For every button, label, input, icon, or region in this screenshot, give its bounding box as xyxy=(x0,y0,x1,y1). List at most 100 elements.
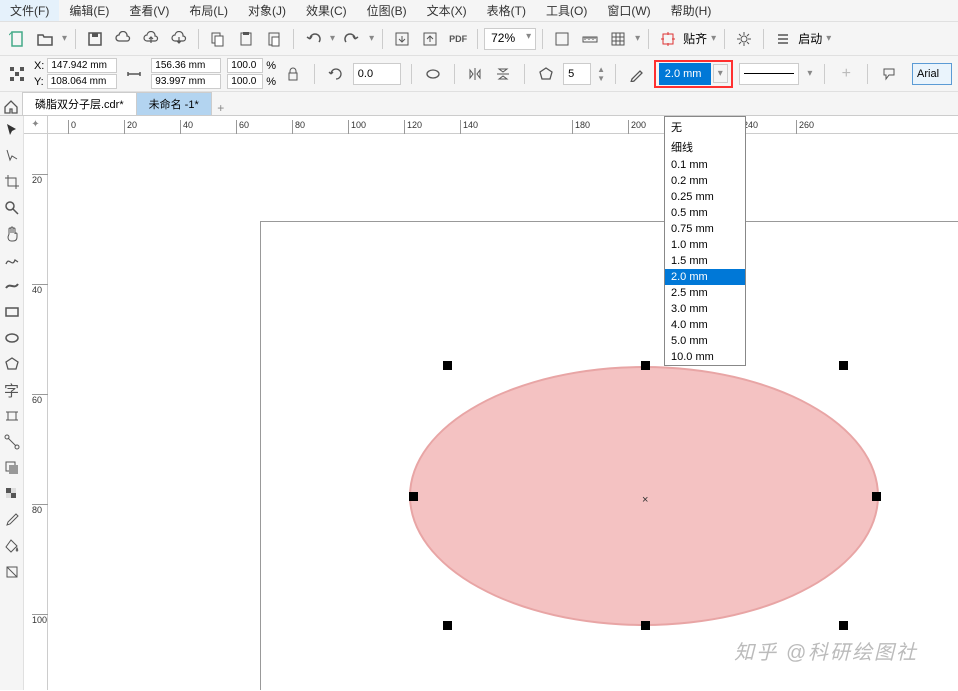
export-icon[interactable] xyxy=(417,26,443,52)
scaley-input[interactable] xyxy=(227,74,263,89)
polygon-tool-icon[interactable] xyxy=(2,354,22,374)
selection-handle[interactable] xyxy=(641,621,650,630)
redo-dropdown-icon[interactable]: ▾ xyxy=(367,33,376,44)
selection-handle[interactable] xyxy=(641,361,650,370)
y-input[interactable] xyxy=(47,74,117,89)
outline-option[interactable]: 5.0 mm xyxy=(665,333,745,349)
transparency-tool-icon[interactable] xyxy=(2,484,22,504)
menu-view[interactable]: 查看(V) xyxy=(119,0,179,21)
home-icon[interactable] xyxy=(0,99,22,115)
font-input[interactable] xyxy=(912,63,952,85)
canvas[interactable]: ✦ 0 20 40 60 80 100 120 140 180 200 220 … xyxy=(24,116,958,690)
line-style-select[interactable] xyxy=(739,63,800,85)
open-icon[interactable] xyxy=(32,26,58,52)
outline-option[interactable]: 细线 xyxy=(665,137,745,157)
doc-tab-1[interactable]: 磷脂双分子层.cdr* xyxy=(22,92,137,115)
pick-tool-icon[interactable] xyxy=(2,120,22,140)
ellipse-mode-icon[interactable] xyxy=(422,61,444,87)
artistic-tool-icon[interactable] xyxy=(2,276,22,296)
launch-label[interactable]: 启动 xyxy=(798,30,822,47)
outline-option[interactable]: 4.0 mm xyxy=(665,317,745,333)
save-icon[interactable] xyxy=(82,26,108,52)
outline-dropdown-icon[interactable]: ▾ xyxy=(713,64,728,83)
height-input[interactable] xyxy=(151,74,221,89)
selection-handle[interactable] xyxy=(872,492,881,501)
selection-handle[interactable] xyxy=(443,361,452,370)
outline-option[interactable]: 0.1 mm xyxy=(665,157,745,173)
ruler-corner-icon[interactable]: ✦ xyxy=(24,116,48,134)
outline-pen-icon[interactable] xyxy=(626,61,648,87)
crop-tool-icon[interactable] xyxy=(2,172,22,192)
menu-table[interactable]: 表格(T) xyxy=(477,0,536,21)
ruler-icon[interactable] xyxy=(577,26,603,52)
outline-option[interactable]: 2.5 mm xyxy=(665,285,745,301)
cloud-up-icon[interactable] xyxy=(138,26,164,52)
menu-tools[interactable]: 工具(O) xyxy=(536,0,597,21)
copy-icon[interactable] xyxy=(205,26,231,52)
pan-tool-icon[interactable] xyxy=(2,224,22,244)
undo-icon[interactable] xyxy=(300,26,326,52)
polygon-icon[interactable] xyxy=(535,61,557,87)
width-input[interactable] xyxy=(151,58,221,73)
outline-option[interactable]: 3.0 mm xyxy=(665,301,745,317)
outline-option[interactable]: 1.5 mm xyxy=(665,253,745,269)
shape-tool-icon[interactable] xyxy=(2,146,22,166)
convert-icon[interactable] xyxy=(878,61,900,87)
menu-layout[interactable]: 布局(L) xyxy=(179,0,238,21)
open-dropdown-icon[interactable]: ▾ xyxy=(60,33,69,44)
snap-dropdown-icon[interactable]: ▾ xyxy=(709,33,718,44)
new-icon[interactable] xyxy=(4,26,30,52)
grid-dropdown-icon[interactable]: ▾ xyxy=(633,33,642,44)
outline-option[interactable]: 2.0 mm xyxy=(665,269,745,285)
menu-file[interactable]: 文件(F) xyxy=(0,0,59,21)
menu-edit[interactable]: 编辑(E) xyxy=(59,0,119,21)
ellipse-tool-icon[interactable] xyxy=(2,328,22,348)
menu-text[interactable]: 文本(X) xyxy=(417,0,477,21)
zoom-tool-icon[interactable] xyxy=(2,198,22,218)
mirror-v-icon[interactable] xyxy=(492,61,514,87)
snap-icon[interactable] xyxy=(655,26,681,52)
undo-dropdown-icon[interactable]: ▾ xyxy=(328,33,337,44)
launch-list-icon[interactable] xyxy=(770,26,796,52)
grid-icon[interactable] xyxy=(605,26,631,52)
import-icon[interactable] xyxy=(389,26,415,52)
fullscreen-icon[interactable] xyxy=(549,26,575,52)
x-input[interactable] xyxy=(47,58,117,73)
selection-handle[interactable] xyxy=(443,621,452,630)
dropshadow-tool-icon[interactable] xyxy=(2,458,22,478)
launch-dropdown-icon[interactable]: ▾ xyxy=(824,33,833,44)
menu-help[interactable]: 帮助(H) xyxy=(661,0,722,21)
doc-tab-2[interactable]: 未命名 -1* xyxy=(136,92,212,115)
selection-handle[interactable] xyxy=(839,621,848,630)
cloud-down-icon[interactable] xyxy=(166,26,192,52)
options-icon[interactable] xyxy=(731,26,757,52)
angle-input[interactable] xyxy=(353,63,401,85)
selection-handle[interactable] xyxy=(839,361,848,370)
pdf-icon[interactable]: PDF xyxy=(445,26,471,52)
line-style-dropdown-icon[interactable]: ▾ xyxy=(805,68,814,79)
snap-label[interactable]: 贴齐 xyxy=(683,30,707,47)
redo-icon[interactable] xyxy=(339,26,365,52)
menu-bitmap[interactable]: 位图(B) xyxy=(357,0,417,21)
outline-option[interactable]: 无 xyxy=(665,117,745,137)
outline-option[interactable]: 0.2 mm xyxy=(665,173,745,189)
add-tab-icon[interactable]: + xyxy=(211,101,231,115)
plus-icon[interactable]: + xyxy=(835,61,857,87)
lock-ratio-icon[interactable] xyxy=(282,61,304,87)
selection-handle[interactable] xyxy=(409,492,418,501)
sides-down-icon[interactable]: ▼ xyxy=(597,74,605,83)
outline-option[interactable]: 0.5 mm xyxy=(665,205,745,221)
outline-option[interactable]: 10.0 mm xyxy=(665,349,745,365)
outline-option[interactable]: 0.75 mm xyxy=(665,221,745,237)
sides-input[interactable] xyxy=(563,63,591,85)
horizontal-ruler[interactable]: 0 20 40 60 80 100 120 140 180 200 220 24… xyxy=(48,116,958,134)
parallel-dim-tool-icon[interactable] xyxy=(2,406,22,426)
cloud-save-icon[interactable] xyxy=(110,26,136,52)
text-tool-icon[interactable]: 字 xyxy=(2,380,22,400)
outline-option[interactable]: 0.25 mm xyxy=(665,189,745,205)
menu-effects[interactable]: 效果(C) xyxy=(296,0,357,21)
mirror-h-icon[interactable] xyxy=(464,61,486,87)
menu-window[interactable]: 窗口(W) xyxy=(597,0,660,21)
sides-up-icon[interactable]: ▲ xyxy=(597,65,605,74)
interactive-fill-tool-icon[interactable] xyxy=(2,562,22,582)
